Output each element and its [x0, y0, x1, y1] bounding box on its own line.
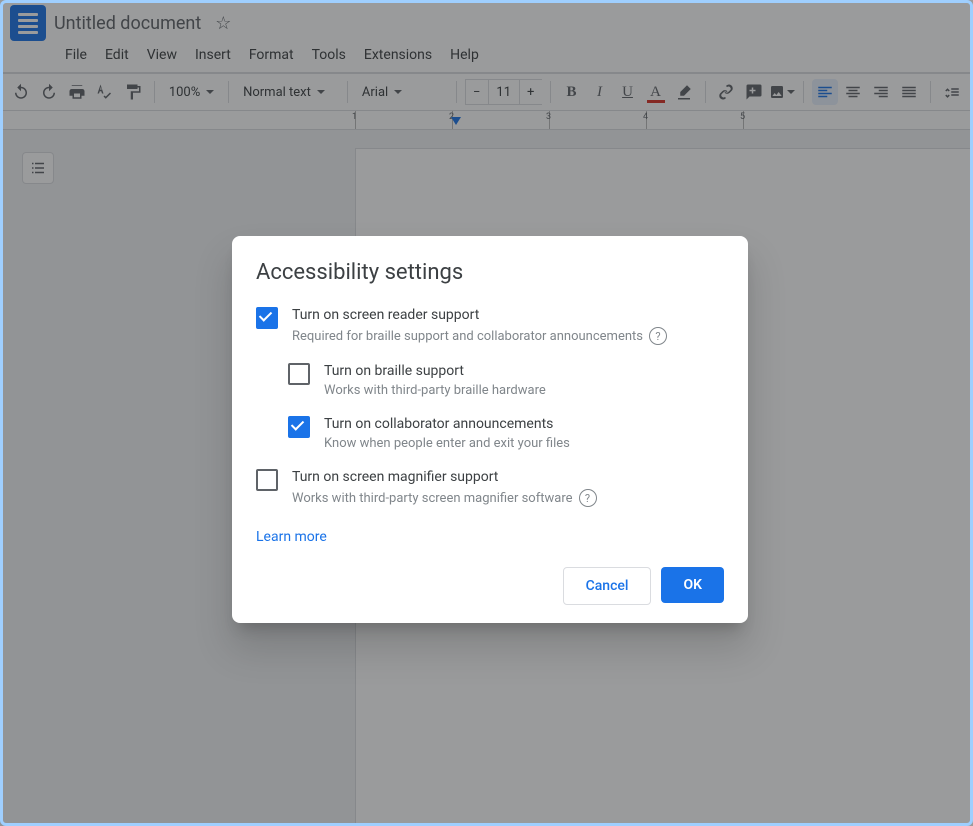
checkbox-2[interactable] — [288, 416, 310, 438]
accessibility-dialog: Accessibility settings Turn on screen re… — [232, 236, 748, 623]
accessibility-option-0: Turn on screen reader support Required fo… — [256, 307, 724, 345]
option-label: Turn on screen magnifier support — [292, 469, 597, 485]
option-label: Turn on collaborator announcements — [324, 416, 570, 432]
checkbox-0[interactable] — [256, 307, 278, 329]
option-description: Works with third-party screen magnifier … — [292, 489, 597, 507]
learn-more-link[interactable]: Learn more — [256, 529, 327, 545]
accessibility-option-1: Turn on braille support Works with third-… — [288, 363, 724, 398]
ok-button[interactable]: OK — [661, 567, 724, 603]
checkbox-3[interactable] — [256, 469, 278, 491]
option-label: Turn on screen reader support — [292, 307, 667, 323]
option-label: Turn on braille support — [324, 363, 546, 379]
option-description: Required for braille support and collabo… — [292, 327, 667, 345]
option-description: Know when people enter and exit your fil… — [324, 436, 570, 451]
accessibility-option-3: Turn on screen magnifier support Works wi… — [256, 469, 724, 507]
help-icon[interactable]: ? — [579, 489, 597, 507]
dialog-title: Accessibility settings — [256, 260, 724, 285]
checkbox-1[interactable] — [288, 363, 310, 385]
accessibility-option-2: Turn on collaborator announcements Know w… — [288, 416, 724, 451]
cancel-button[interactable]: Cancel — [563, 567, 652, 605]
help-icon[interactable]: ? — [649, 327, 667, 345]
option-description: Works with third-party braille hardware — [324, 383, 546, 398]
